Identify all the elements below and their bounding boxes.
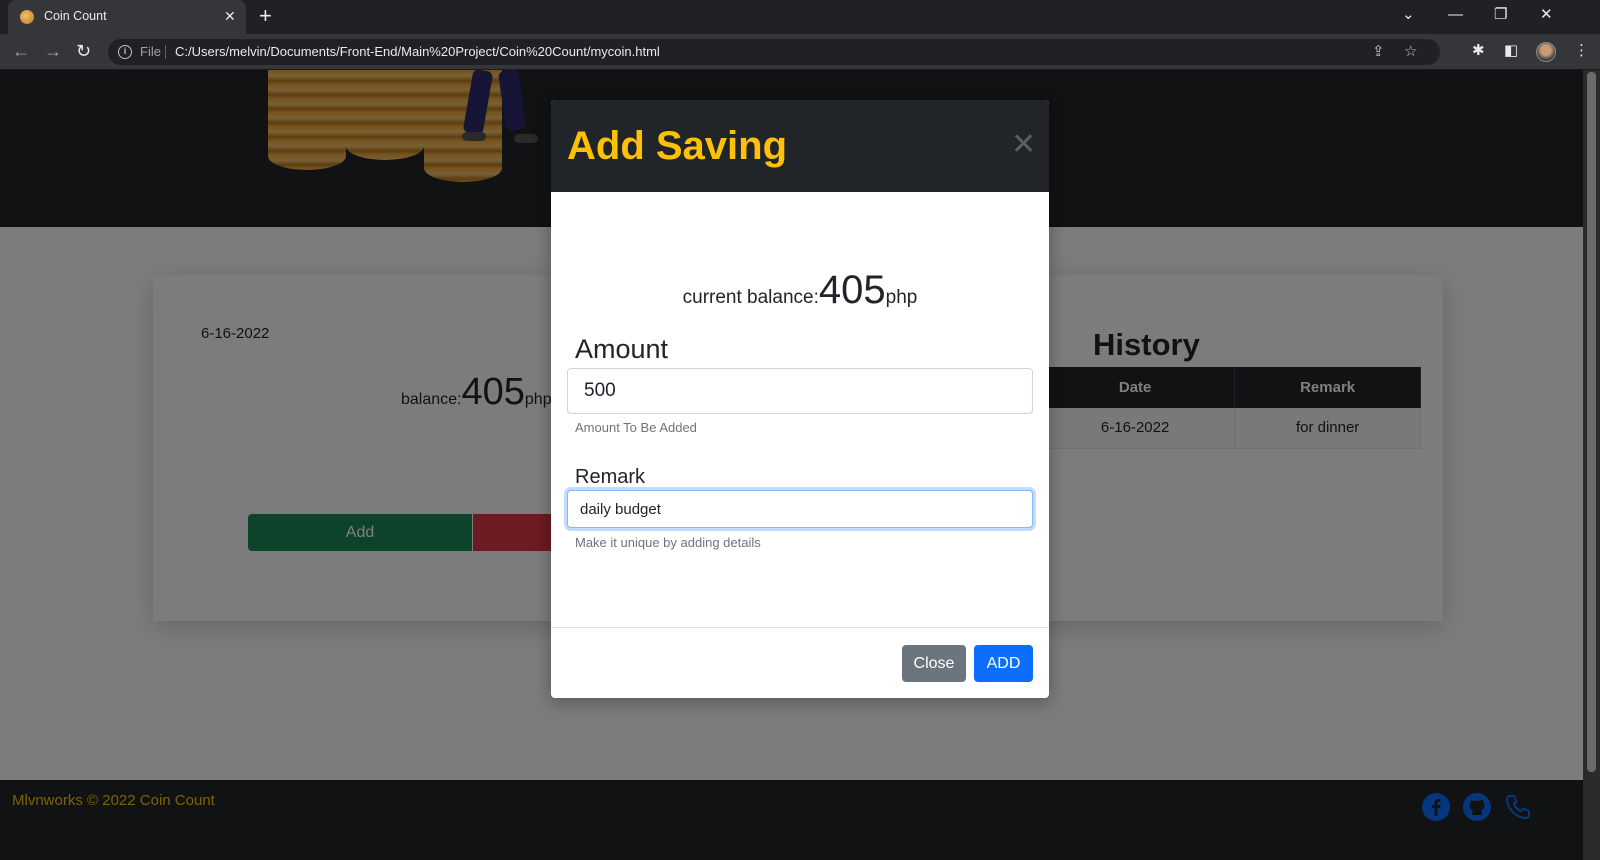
current-balance: current balance:405php [551, 268, 1049, 313]
forward-icon[interactable]: → [44, 40, 62, 62]
modal-title: Add Saving [567, 124, 788, 168]
current-balance-label: current balance: [682, 287, 819, 308]
amount-input[interactable] [567, 368, 1033, 414]
side-panel-icon[interactable]: ◧ [1504, 42, 1518, 60]
window-close-icon[interactable]: ✕ [1540, 6, 1553, 24]
scrollbar-thumb[interactable] [1587, 72, 1596, 772]
close-button[interactable]: Close [902, 645, 966, 682]
reload-icon[interactable]: ↻ [76, 40, 91, 62]
tab-close-icon[interactable]: ✕ [224, 7, 236, 25]
close-icon[interactable]: ✕ [1011, 130, 1036, 160]
modal-footer: Close ADD [551, 627, 1049, 698]
browser-tab[interactable]: Coin Count ✕ [8, 0, 246, 34]
profile-avatar[interactable] [1536, 42, 1556, 62]
coin-favicon-icon [20, 10, 34, 24]
url-text[interactable]: C:/Users/melvin/Documents/Front-End/Main… [175, 44, 660, 59]
page-scrollbar[interactable] [1583, 70, 1600, 860]
remark-help-text: Make it unique by adding details [575, 535, 761, 550]
restore-icon[interactable]: ❐ [1494, 6, 1507, 24]
add-button[interactable]: ADD [974, 645, 1033, 682]
remark-label: Remark [575, 466, 646, 488]
current-balance-unit: php [885, 287, 918, 308]
browser-tab-strip: Coin Count ✕ + ⌄ — ❐ ✕ [0, 0, 1600, 34]
address-bar[interactable]: i File C:/Users/melvin/Documents/Front-E… [108, 39, 1440, 65]
info-icon[interactable]: i [118, 45, 132, 59]
divider [165, 45, 166, 59]
modal-header: Add Saving ✕ [551, 100, 1049, 192]
current-balance-value: 405 [818, 268, 886, 312]
add-saving-modal: Add Saving ✕ current balance:405php Amou… [551, 100, 1049, 698]
back-icon[interactable]: ← [12, 40, 30, 62]
tab-title: Coin Count [44, 9, 107, 23]
amount-label: Amount [575, 334, 669, 364]
scheme-label: File [140, 44, 161, 59]
remark-input[interactable] [567, 490, 1033, 528]
browser-toolbar: ← → ↻ i File C:/Users/melvin/Documents/F… [0, 34, 1600, 70]
bookmark-star-icon[interactable]: ☆ [1404, 43, 1417, 61]
extensions-icon[interactable]: ✱ [1472, 42, 1485, 60]
share-icon[interactable]: ⇪ [1372, 43, 1385, 61]
menu-kebab-icon[interactable]: ⋮ [1574, 42, 1589, 60]
minimize-icon[interactable]: — [1448, 6, 1463, 24]
tab-search-chevron-icon[interactable]: ⌄ [1402, 6, 1415, 24]
amount-help-text: Amount To Be Added [575, 420, 697, 435]
new-tab-icon[interactable]: + [259, 4, 272, 28]
